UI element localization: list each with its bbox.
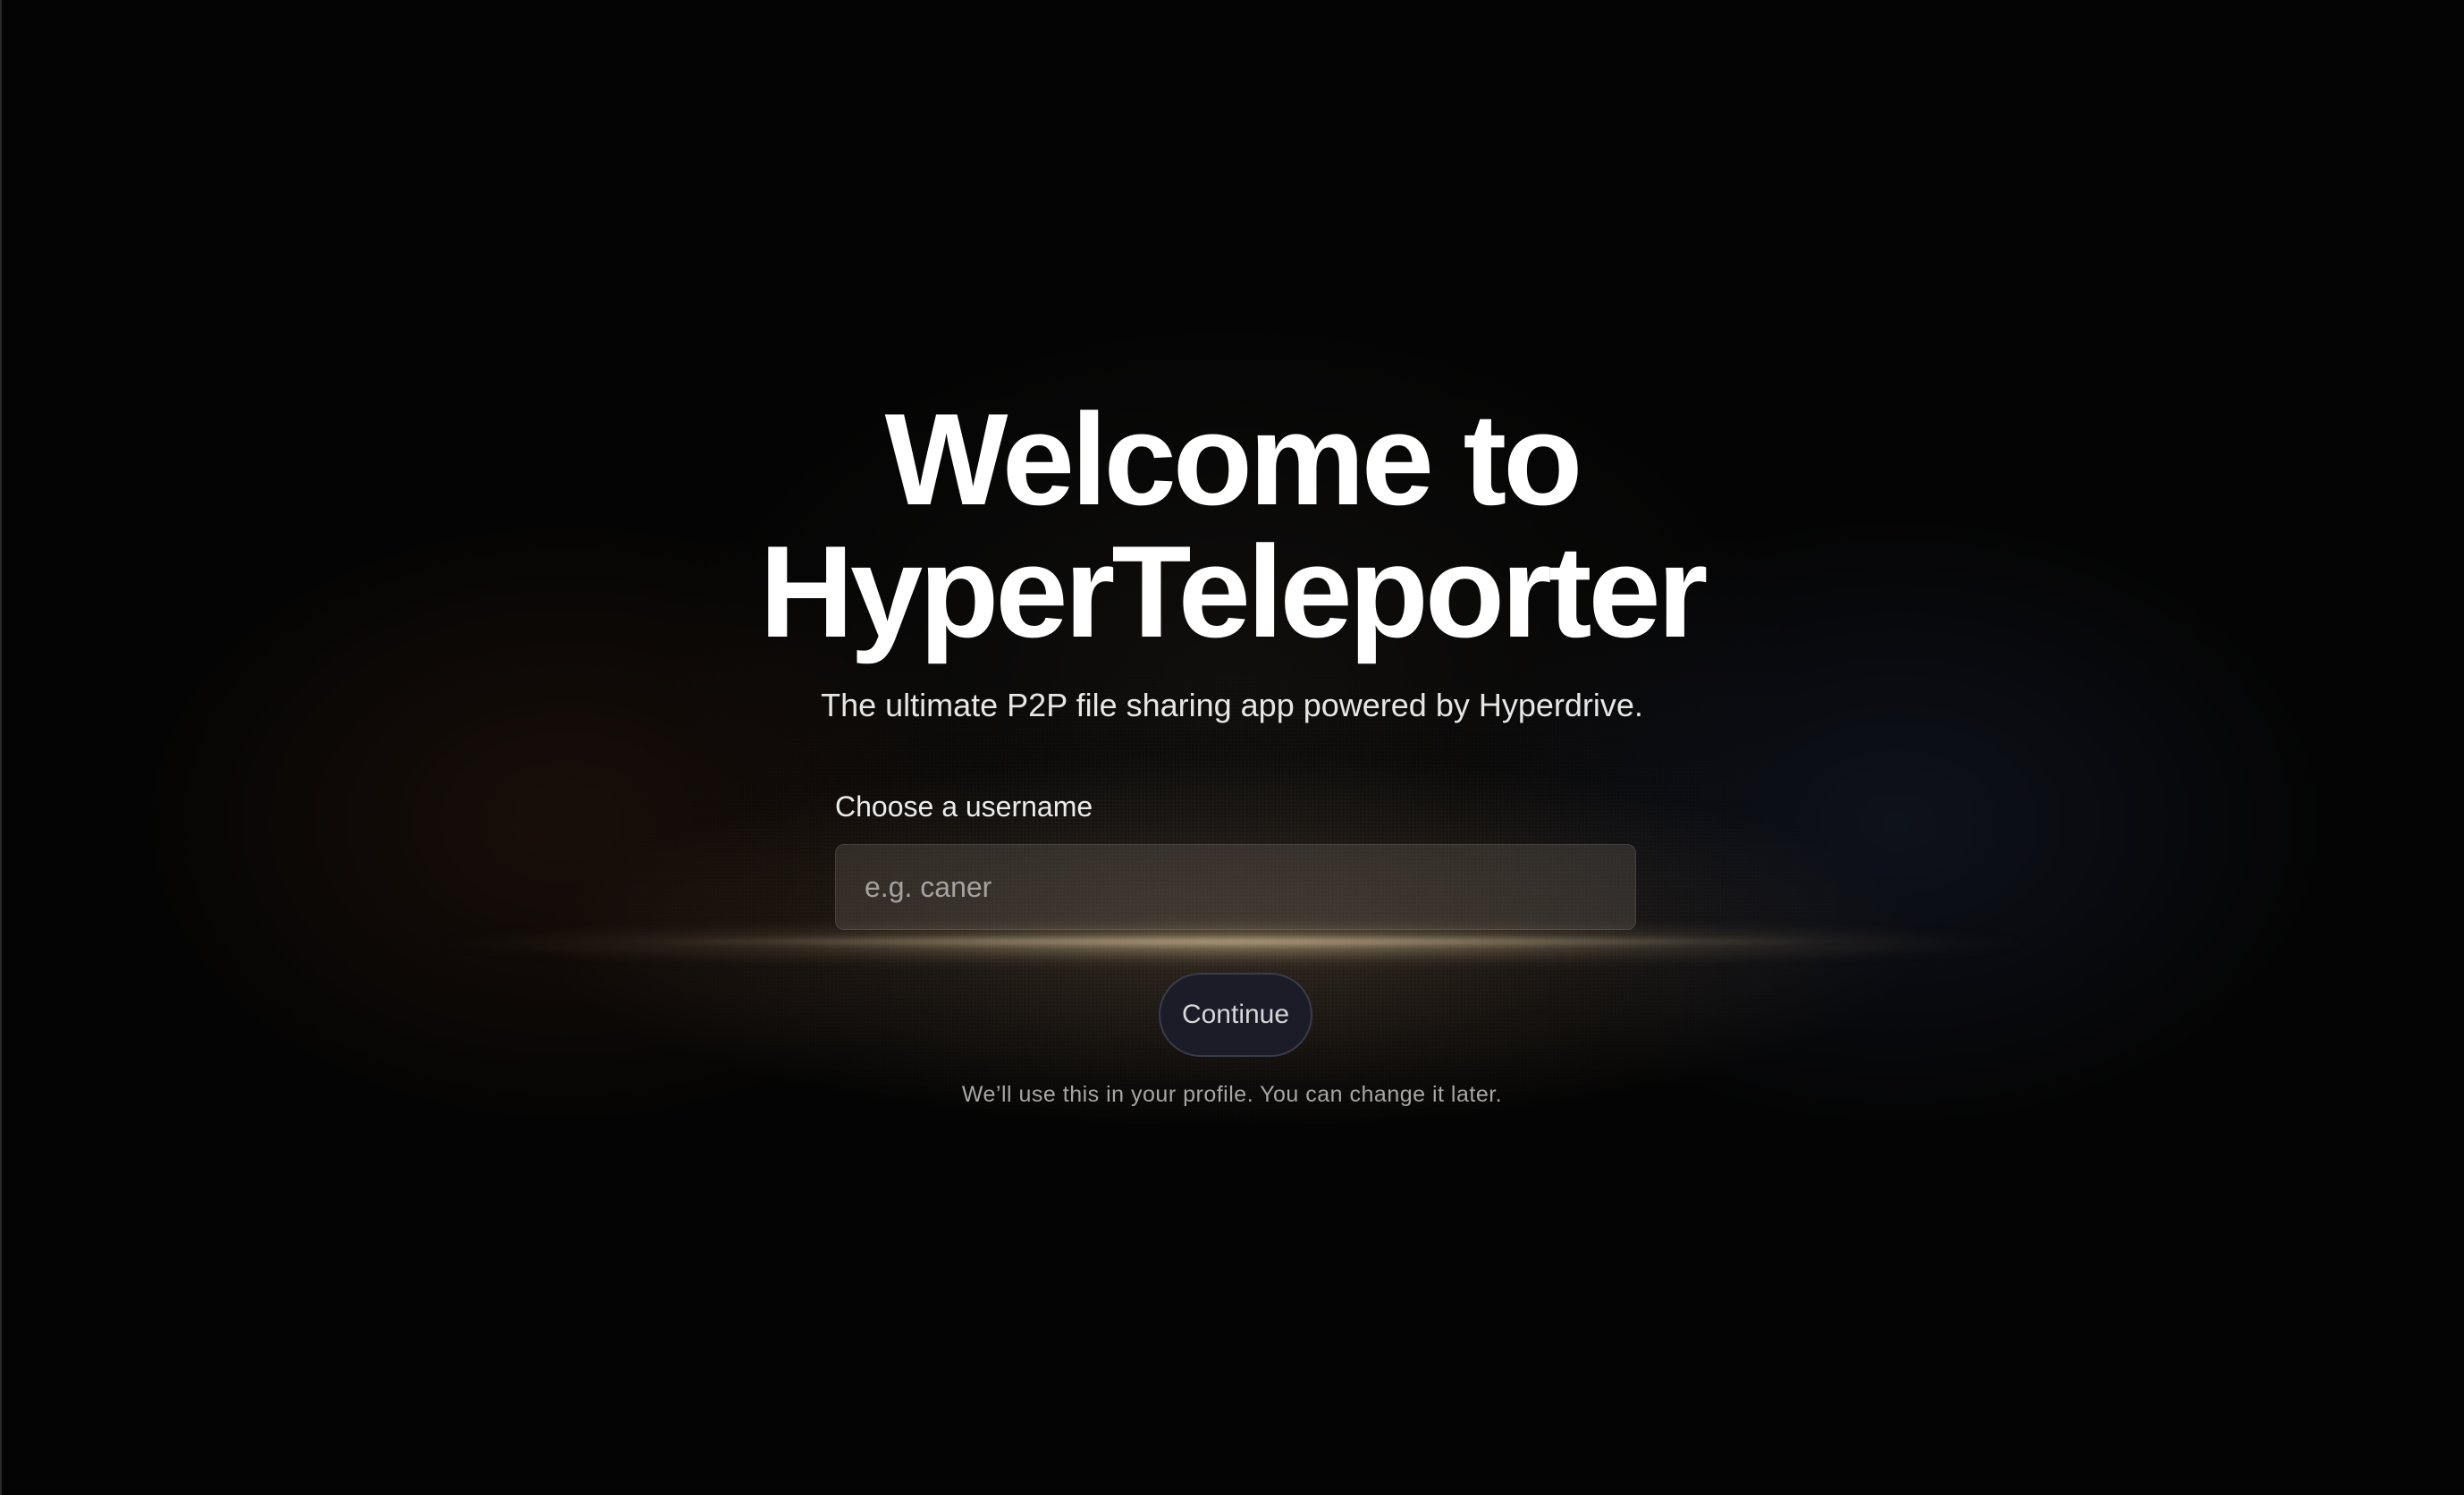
welcome-screen: Welcome to HyperTeleporter The ultimate … — [0, 0, 2464, 1495]
page-title: Welcome to HyperTeleporter — [0, 393, 2464, 658]
username-input[interactable] — [835, 844, 1636, 930]
title-line-1: Welcome to — [884, 386, 1583, 532]
username-label: Choose a username — [835, 790, 1093, 823]
continue-button[interactable]: Continue — [1159, 973, 1312, 1057]
tagline: The ultimate P2P file sharing app powere… — [821, 687, 1643, 723]
title-line-2: HyperTeleporter — [759, 519, 1709, 664]
helper-text: We’ll use this in your profile. You can … — [961, 1082, 1503, 1107]
